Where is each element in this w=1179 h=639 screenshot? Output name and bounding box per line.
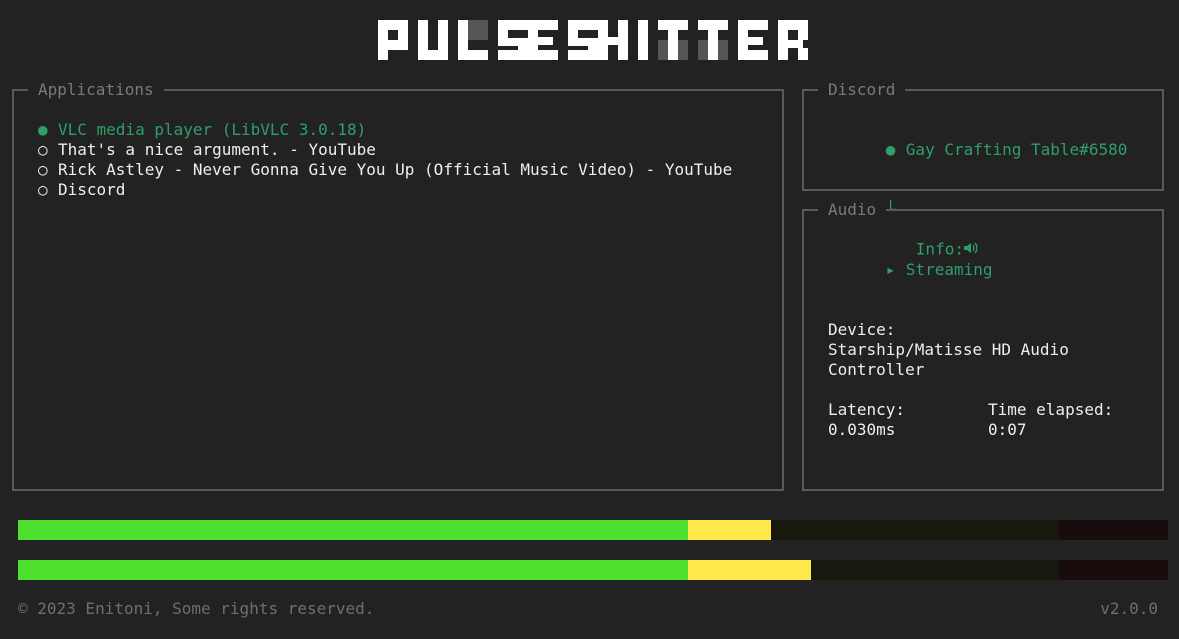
application-item[interactable]: ○ Discord: [38, 180, 732, 200]
applications-list: ● VLC media player (LibVLC 3.0.18) ○ That's…: [38, 120, 732, 200]
inactive-dot-icon: ○: [38, 140, 48, 159]
discord-user-name: Gay Crafting Table#6580: [905, 140, 1128, 159]
applications-panel: Applications ● VLC media player (LibVLC 3…: [12, 80, 784, 491]
application-item[interactable]: ○ Rick Astley - Never Gonna Give You Up (…: [38, 160, 732, 180]
meter-green-segment: [18, 520, 688, 540]
copyright-text: © 2023 Enitoni, Some rights reserved.: [18, 599, 375, 618]
application-label: Discord: [58, 180, 126, 199]
audio-state-label: Streaming: [905, 260, 993, 279]
application-label: VLC media player (LibVLC 3.0.18): [58, 120, 367, 139]
meter-empty-segment: [771, 520, 1059, 540]
application-label: That's a nice argument. - YouTube: [58, 140, 376, 159]
meter-yellow-segment: [687, 560, 812, 580]
discord-user-marker: ●: [885, 140, 896, 159]
inactive-dot-icon: ○: [38, 180, 48, 199]
device-label: Device:: [828, 320, 896, 339]
meter-peak-zone: [1058, 560, 1168, 580]
audio-state: ▸ Streaming: [828, 240, 1148, 300]
audio-panel: Audio ▸ Streaming Device: Starship/Matiss…: [802, 200, 1164, 491]
meter-empty-segment: [811, 560, 1059, 580]
volume-meter-right: [18, 560, 1168, 580]
app-logo: [378, 20, 808, 60]
application-item[interactable]: ● VLC media player (LibVLC 3.0.18): [38, 120, 732, 140]
active-dot-icon: ●: [38, 120, 48, 139]
audio-title: Audio: [818, 200, 887, 220]
version-text: v2.0.0: [1100, 599, 1158, 618]
meter-peak-zone: [1058, 520, 1168, 540]
latency-label: Latency:: [828, 400, 906, 419]
discord-title: Discord: [818, 80, 906, 100]
application-label: Rick Astley - Never Gonna Give You Up (O…: [58, 160, 733, 179]
applications-title: Applications: [28, 80, 164, 100]
meter-yellow-segment: [687, 520, 772, 540]
play-icon: ▸: [885, 260, 896, 279]
device-value: Starship/Matisse HD Audio Controller: [828, 340, 1069, 379]
inactive-dot-icon: ○: [38, 160, 48, 179]
latency-value: 0.030ms: [828, 420, 896, 439]
discord-user-row[interactable]: ● Gay Crafting Table#6580: [828, 120, 1128, 180]
elapsed-label: Time elapsed:: [988, 400, 1114, 419]
discord-panel: Discord ● Gay Crafting Table#6580 └ Info:: [802, 80, 1164, 259]
elapsed-value: 0:07: [988, 420, 1027, 439]
volume-meter-left: [18, 520, 1168, 540]
meter-green-segment: [18, 560, 688, 580]
application-item[interactable]: ○ That's a nice argument. - YouTube: [38, 140, 732, 160]
